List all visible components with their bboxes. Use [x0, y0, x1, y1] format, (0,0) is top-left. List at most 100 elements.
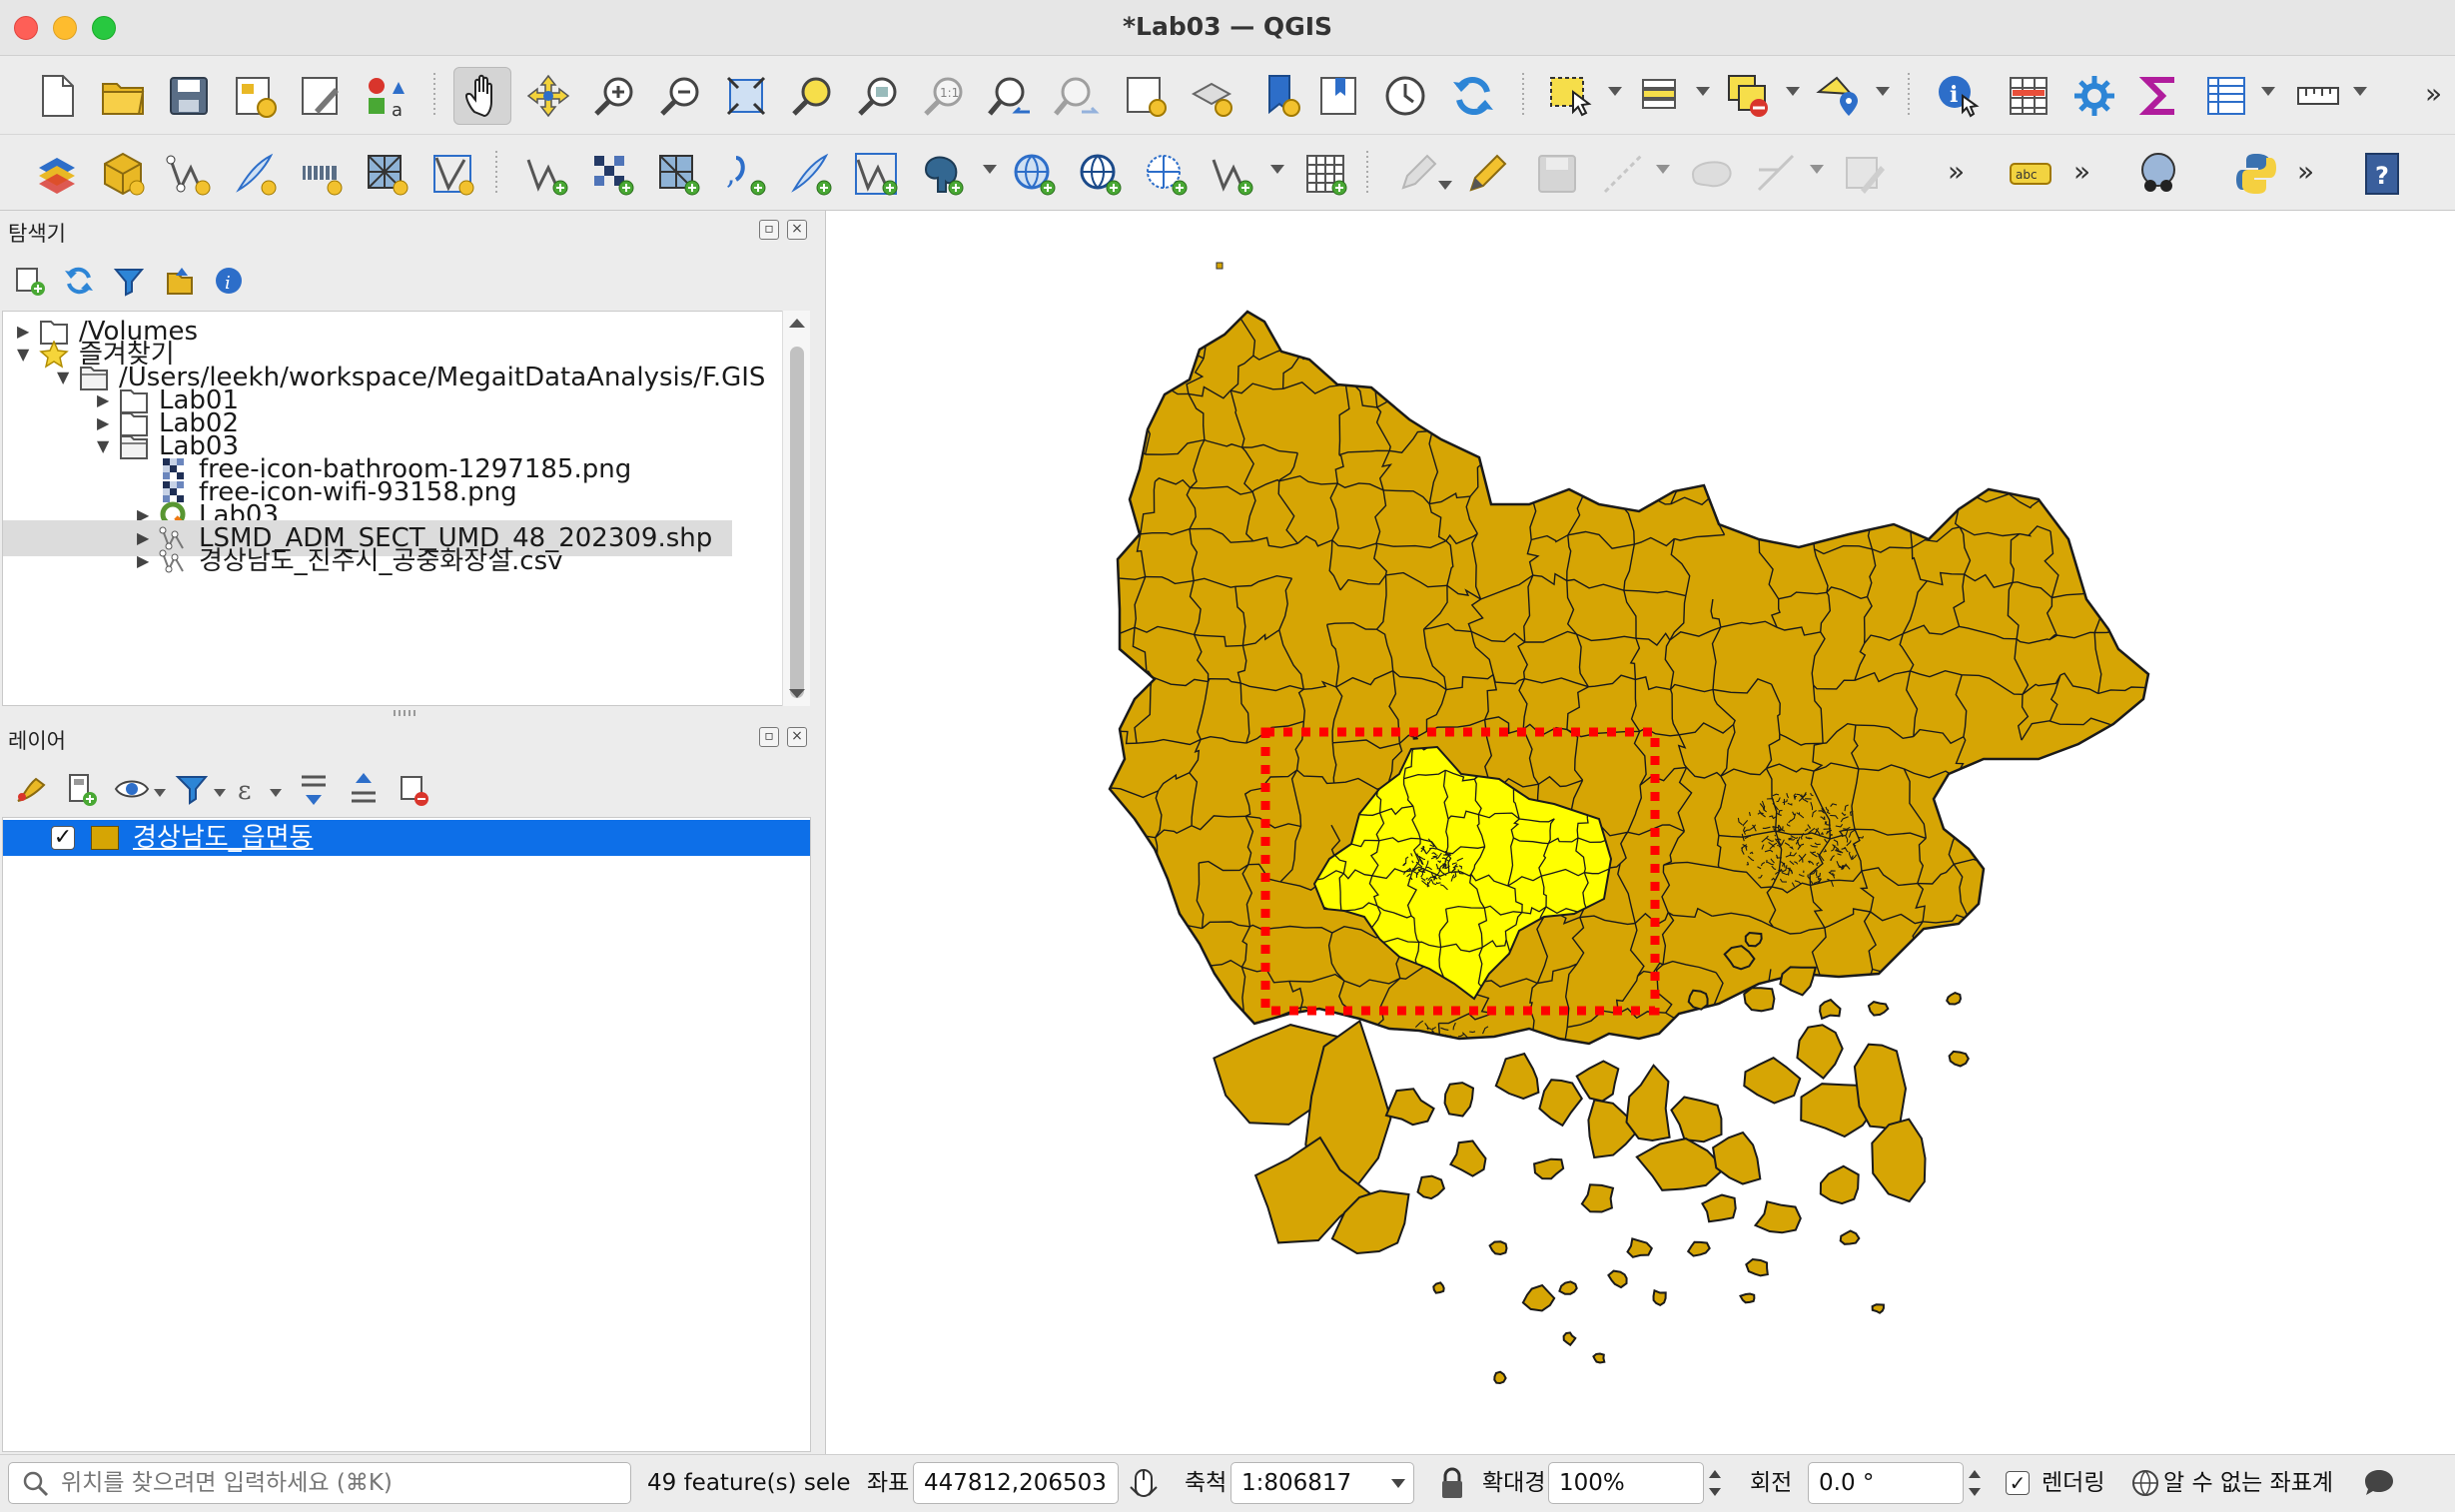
- island[interactable]: [1739, 1292, 1756, 1304]
- expand-arrow-right-icon[interactable]: ▶: [137, 543, 149, 579]
- island[interactable]: [1493, 1370, 1507, 1385]
- manage-visibility-icon[interactable]: [114, 771, 150, 807]
- open-project-icon[interactable]: [94, 67, 152, 125]
- style-layer-icon[interactable]: [14, 771, 50, 807]
- island[interactable]: [1871, 1118, 1927, 1203]
- temporal-controller-icon[interactable]: [1376, 67, 1434, 125]
- new-shapefile-layer-icon[interactable]: [160, 145, 218, 203]
- add-selected-layers-icon[interactable]: [14, 264, 48, 298]
- measure-line-icon[interactable]: [2289, 67, 2347, 125]
- save-project-icon[interactable]: [160, 67, 218, 125]
- magnifier-spin-icon[interactable]: [1706, 1463, 1724, 1503]
- new-temporary-scratch-layer-icon[interactable]: [226, 145, 284, 203]
- toggle-editing-icon[interactable]: [1458, 145, 1516, 203]
- island[interactable]: [1625, 1064, 1671, 1142]
- add-raster-layer-icon[interactable]: [358, 145, 415, 203]
- statistics-icon[interactable]: [2131, 67, 2189, 125]
- toggle-extents-mouse-icon[interactable]: [1127, 1467, 1161, 1501]
- new-project-icon[interactable]: [28, 67, 86, 125]
- island[interactable]: [1562, 1331, 1577, 1347]
- expand-all-icon[interactable]: [296, 771, 332, 807]
- style-manager-icon[interactable]: a: [358, 67, 415, 125]
- magnifier-field[interactable]: 100%: [1548, 1462, 1704, 1504]
- layer-name[interactable]: 경상남도_읍면동: [133, 820, 313, 856]
- more-tools-icon-4[interactable]: »: [2297, 155, 2314, 188]
- modify-attributes-icon[interactable]: [1836, 145, 1894, 203]
- filter-legend-icon[interactable]: [174, 771, 210, 807]
- float-layers-panel-icon[interactable]: ▫: [759, 727, 779, 747]
- coordinate-field[interactable]: 447812,206503: [913, 1462, 1119, 1504]
- add-feature-icon[interactable]: [1682, 145, 1740, 203]
- add-postgis-layer-icon[interactable]: [913, 145, 971, 203]
- island[interactable]: [1744, 931, 1763, 948]
- add-spatialite-layer-icon[interactable]: [781, 145, 839, 203]
- island[interactable]: [1494, 1052, 1540, 1101]
- add-wms-layer-icon[interactable]: [1005, 145, 1063, 203]
- island[interactable]: [1948, 1050, 1970, 1068]
- collapse-all-layers-icon[interactable]: [346, 771, 382, 807]
- attribute-table-icon[interactable]: [2000, 67, 2057, 125]
- help-icon[interactable]: ?: [2353, 145, 2411, 203]
- layers-tree[interactable]: ✓ 경상남도_읍면동: [2, 817, 811, 1452]
- island[interactable]: [1521, 1283, 1556, 1312]
- island[interactable]: [1745, 1257, 1769, 1277]
- browser-tree[interactable]: ▶/Volumes ▼ 즐겨찾기 ▼/Users/leekh/workspace/Me…: [2, 311, 796, 706]
- pan-to-selection-icon[interactable]: [519, 67, 577, 125]
- rotation-field[interactable]: 0.0 °: [1808, 1462, 1964, 1504]
- more-tools-icon-2[interactable]: »: [1948, 155, 1965, 188]
- island[interactable]: [1432, 1281, 1445, 1294]
- island[interactable]: [1743, 987, 1776, 1013]
- island[interactable]: [1871, 1303, 1885, 1314]
- add-group-icon[interactable]: [64, 771, 100, 807]
- zoom-full-icon[interactable]: [717, 67, 775, 125]
- island[interactable]: [1443, 1082, 1475, 1118]
- current-edits-icon[interactable]: [1388, 145, 1446, 203]
- island[interactable]: [1626, 1237, 1654, 1258]
- island[interactable]: [1712, 1131, 1762, 1185]
- collapse-all-icon[interactable]: [162, 264, 196, 298]
- island[interactable]: [1607, 1269, 1628, 1289]
- crs-label[interactable]: 알 수 없는 좌표계: [2163, 1455, 2333, 1511]
- close-layers-panel-icon[interactable]: ×: [787, 727, 807, 747]
- python-console-icon[interactable]: [2227, 145, 2285, 203]
- add-wfs-layer-icon[interactable]: [1071, 145, 1129, 203]
- locator-search-input[interactable]: 위치를 찾으려면 입력하세요 (⌘K): [8, 1462, 631, 1504]
- map-canvas[interactable]: [825, 211, 2455, 1454]
- remove-layer-icon[interactable]: [396, 771, 431, 807]
- island[interactable]: [1538, 1079, 1584, 1128]
- new-print-layout-icon[interactable]: [226, 67, 284, 125]
- island[interactable]: [1670, 1096, 1723, 1143]
- browser-scrollbar[interactable]: [782, 311, 810, 706]
- zoom-to-selection-icon[interactable]: [783, 67, 841, 125]
- zoom-next-icon[interactable]: [1047, 67, 1105, 125]
- new-bookmark-icon[interactable]: [1252, 67, 1310, 125]
- attribute-table-open-icon[interactable]: [2197, 67, 2255, 125]
- new-geopackage-layer-icon[interactable]: [94, 145, 152, 203]
- add-vector-tile-layer-icon[interactable]: [1203, 145, 1260, 203]
- island[interactable]: [1416, 1174, 1446, 1200]
- save-layer-edits-icon[interactable]: [1528, 145, 1586, 203]
- add-mesh-layer-icon[interactable]: [423, 145, 481, 203]
- refresh-icon[interactable]: [1444, 67, 1502, 125]
- render-checkbox[interactable]: ✓: [2006, 1471, 2030, 1495]
- island[interactable]: [1652, 1288, 1667, 1307]
- filter-by-expression-icon[interactable]: ε: [234, 771, 270, 807]
- digitize-icon[interactable]: [1594, 145, 1652, 203]
- island[interactable]: [1635, 1137, 1726, 1191]
- island[interactable]: [1592, 1352, 1606, 1364]
- island[interactable]: [1779, 966, 1818, 997]
- select-by-location-icon[interactable]: [1810, 67, 1868, 125]
- properties-icon[interactable]: i: [212, 264, 246, 298]
- zoom-in-icon[interactable]: [585, 67, 643, 125]
- island[interactable]: [1819, 1164, 1860, 1205]
- refresh-browser-icon[interactable]: [62, 264, 96, 298]
- island[interactable]: [1867, 1001, 1890, 1017]
- plugin-icon[interactable]: [2129, 145, 2187, 203]
- new-virtual-layer-icon[interactable]: [292, 145, 350, 203]
- add-virtual-layer-icon[interactable]: [847, 145, 905, 203]
- vertex-tool-icon[interactable]: [1748, 145, 1806, 203]
- label-tool-icon[interactable]: abc: [2002, 145, 2059, 203]
- new-map-view-icon[interactable]: [1117, 67, 1175, 125]
- island[interactable]: [1701, 1193, 1737, 1223]
- layout-manager-icon[interactable]: [292, 67, 350, 125]
